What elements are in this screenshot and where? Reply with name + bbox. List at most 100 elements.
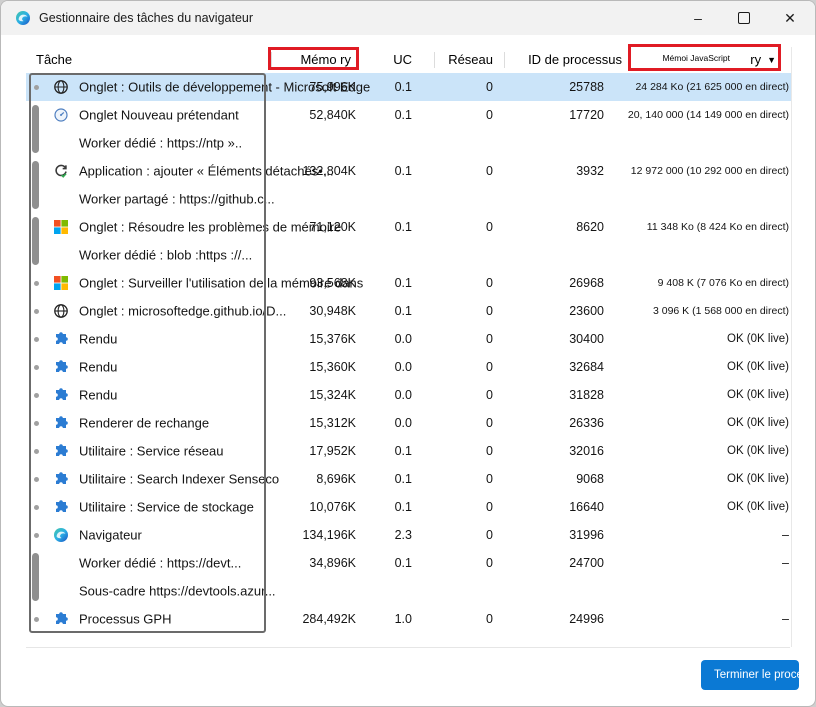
task-label: Sous-cadre https://devtools.azur... xyxy=(79,583,276,599)
js-memory-cell: OK (0K live) xyxy=(727,389,789,401)
task-row[interactable]: Processus GPH 284,492K 1.0 0 24996 – xyxy=(26,605,792,633)
network-cell: 0 xyxy=(486,388,493,402)
network-cell: 0 xyxy=(486,164,493,178)
pid-cell: 8620 xyxy=(576,220,604,234)
task-row[interactable]: Worker dédié : https://devt... 34,896K 0.1… xyxy=(26,549,792,577)
js-memory-cell: OK (0K live) xyxy=(727,417,789,429)
column-header-network[interactable]: Réseau xyxy=(448,52,493,67)
column-header-memory[interactable]: Mémo ry xyxy=(300,52,351,67)
network-cell: 0 xyxy=(486,500,493,514)
cpu-cell: 0.1 xyxy=(394,500,412,514)
cpu-cell: 0.0 xyxy=(394,332,412,346)
pid-cell: 16640 xyxy=(569,500,604,514)
network-cell: 0 xyxy=(486,528,493,542)
puzzle-icon xyxy=(53,331,69,347)
network-cell: 0 xyxy=(486,276,493,290)
task-label: Worker partagé : https://github.c... xyxy=(79,191,275,207)
puzzle-icon xyxy=(53,471,69,487)
task-row[interactable]: Onglet Nouveau prétendant 52,840K 0.1 0 1772… xyxy=(26,101,792,129)
group-dot xyxy=(34,616,39,622)
network-cell: 0 xyxy=(486,612,493,626)
js-memory-cell: 3 096 K (1 568 000 en direct) xyxy=(652,305,789,317)
table-right-edge xyxy=(791,47,792,647)
task-label: Worker dédié : https://devt... xyxy=(79,555,242,571)
task-label: Navigateur xyxy=(79,527,142,543)
cpu-cell: 0.1 xyxy=(394,472,412,486)
task-row[interactable]: Onglet : Outils de développement - Micro… xyxy=(26,73,792,101)
memory-cell: 71,120K xyxy=(309,220,356,234)
js-memory-cell: – xyxy=(782,528,789,542)
task-row[interactable]: Utilitaire : Search Indexer Senseco 8,696… xyxy=(26,465,792,493)
task-row[interactable]: Utilitaire : Service de stockage 10,076K 0… xyxy=(26,493,792,521)
pid-cell: 32684 xyxy=(569,360,604,374)
group-bar xyxy=(32,105,39,153)
task-row[interactable]: Onglet : Surveiller l'utilisation de la … xyxy=(26,269,792,297)
network-cell: 0 xyxy=(486,556,493,570)
column-header-js-memory-suffix[interactable]: ry ▼ xyxy=(750,52,776,67)
cpu-cell: 1.0 xyxy=(394,612,412,626)
task-label: Utilitaire : Search Indexer Senseco xyxy=(79,471,280,487)
task-row[interactable]: Renderer de rechange 15,312K 0.0 0 26336 OK (… xyxy=(26,409,792,437)
column-header-cpu[interactable]: UC xyxy=(393,52,412,67)
memory-cell: 15,360K xyxy=(309,360,356,374)
task-row[interactable]: Worker dédié : https://ntp ».. xyxy=(26,129,792,157)
task-label: Onglet Nouveau prétendant xyxy=(79,107,239,123)
gauge-icon xyxy=(53,107,69,123)
task-row[interactable]: Navigateur 134,196K 2.3 0 31996 – xyxy=(26,521,792,549)
task-row[interactable]: Rendu 15,360K 0.0 0 32684 OK (0K live) xyxy=(26,353,792,381)
memory-cell: 132,804K xyxy=(302,164,356,178)
end-process-button[interactable]: Terminer le processus xyxy=(701,660,799,690)
pid-cell: 32016 xyxy=(569,444,604,458)
task-row[interactable]: Rendu 15,324K 0.0 0 31828 OK (0K live) xyxy=(26,381,792,409)
ms-logo-icon xyxy=(53,275,69,291)
memory-cell: 134,196K xyxy=(302,528,356,542)
group-dot xyxy=(34,476,39,482)
column-header-task[interactable]: Tâche xyxy=(36,52,72,67)
pid-cell: 17720 xyxy=(569,108,604,122)
task-row[interactable]: Onglet : Résoudre les problèmes de mémoi… xyxy=(26,213,792,241)
js-memory-cell: 24 284 Ko (21 625 000 en direct) xyxy=(635,81,789,93)
task-label: Application : ajouter « Éléments détaché… xyxy=(79,163,334,179)
column-header-pid[interactable]: ID de processus xyxy=(528,52,622,67)
cpu-cell: 0.0 xyxy=(394,388,412,402)
memory-cell: 75,996K xyxy=(309,80,356,94)
puzzle-icon xyxy=(53,499,69,515)
pid-cell: 31828 xyxy=(569,388,604,402)
js-memory-cell: OK (0K live) xyxy=(727,333,789,345)
pid-cell: 24996 xyxy=(569,612,604,626)
task-label: Rendu xyxy=(79,331,118,347)
memory-cell: 15,376K xyxy=(309,332,356,346)
memory-cell: 30,948K xyxy=(309,304,356,318)
task-row[interactable]: Utilitaire : Service réseau 17,952K 0.1 0 32… xyxy=(26,437,792,465)
cpu-cell: 2.3 xyxy=(394,528,412,542)
globe-icon xyxy=(53,79,69,95)
column-header-js-memory[interactable]: Mémoi JavaScript xyxy=(662,53,730,63)
task-row[interactable]: Sous-cadre https://devtools.azur... xyxy=(26,577,792,605)
minimize-button[interactable]: – xyxy=(675,1,721,35)
close-icon: ✕ xyxy=(784,9,796,26)
js-memory-cell: OK (0K live) xyxy=(727,473,789,485)
close-button[interactable]: ✕ xyxy=(767,1,813,35)
group-dot xyxy=(34,448,39,454)
memory-cell: 15,324K xyxy=(309,388,356,402)
cpu-cell: 0.1 xyxy=(394,304,412,318)
maximize-button[interactable] xyxy=(721,1,767,35)
group-bar xyxy=(32,553,39,601)
window-controls: – ✕ xyxy=(675,1,813,35)
task-label: Onglet : Résoudre les problèmes de mémoi… xyxy=(79,219,342,235)
task-row[interactable]: Worker partagé : https://github.c... xyxy=(26,185,792,213)
task-row[interactable]: Application : ajouter « Éléments détaché… xyxy=(26,157,792,185)
pid-cell: 9068 xyxy=(576,472,604,486)
task-row[interactable]: Rendu 15,376K 0.0 0 30400 OK (0K live) xyxy=(26,325,792,353)
network-cell: 0 xyxy=(486,360,493,374)
puzzle-icon xyxy=(53,387,69,403)
task-label: Rendu xyxy=(79,359,118,375)
task-label: Processus GPH xyxy=(79,611,172,627)
task-label: Onglet : microsoftedge.github.io/D... xyxy=(79,303,287,319)
task-row[interactable]: Worker dédié : blob :https ://... xyxy=(26,241,792,269)
cpu-cell: 0.1 xyxy=(394,276,412,290)
memory-cell: 93,568K xyxy=(309,276,356,290)
task-row[interactable]: Onglet : microsoftedge.github.io/D... 30,… xyxy=(26,297,792,325)
sort-desc-icon: ▼ xyxy=(767,55,776,65)
titlebar: Gestionnaire des tâches du navigateur – … xyxy=(1,1,815,35)
